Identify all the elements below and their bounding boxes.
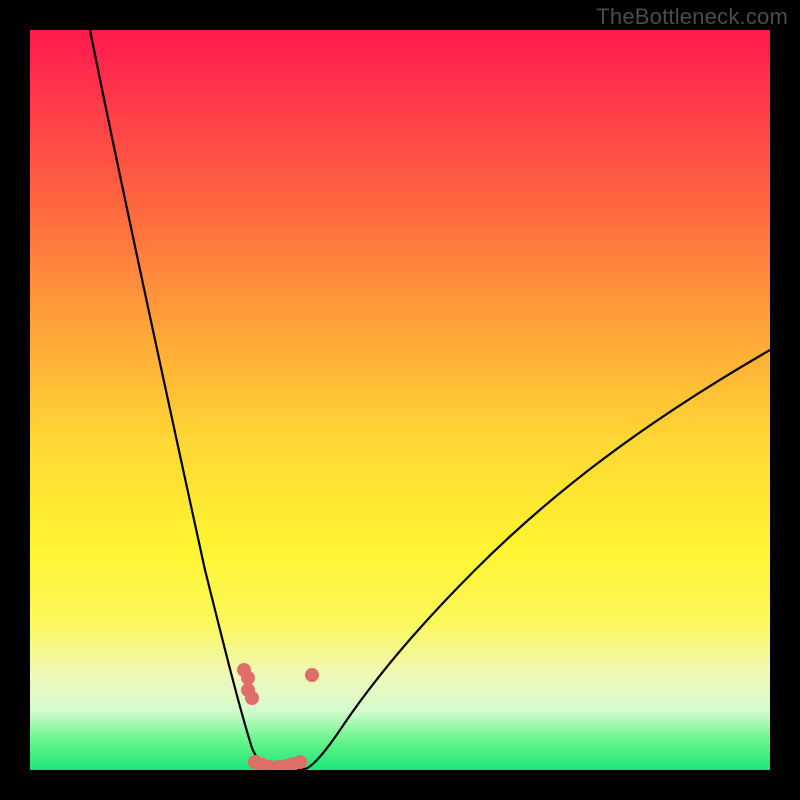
right-dot [305, 668, 319, 682]
left-dots [237, 663, 259, 705]
chart-curves [30, 30, 770, 770]
left-curve [90, 30, 270, 769]
bottom-dots [248, 755, 307, 770]
chart-frame: TheBottleneck.com [0, 0, 800, 800]
right-curve [305, 350, 770, 769]
watermark-text: TheBottleneck.com [596, 4, 788, 30]
